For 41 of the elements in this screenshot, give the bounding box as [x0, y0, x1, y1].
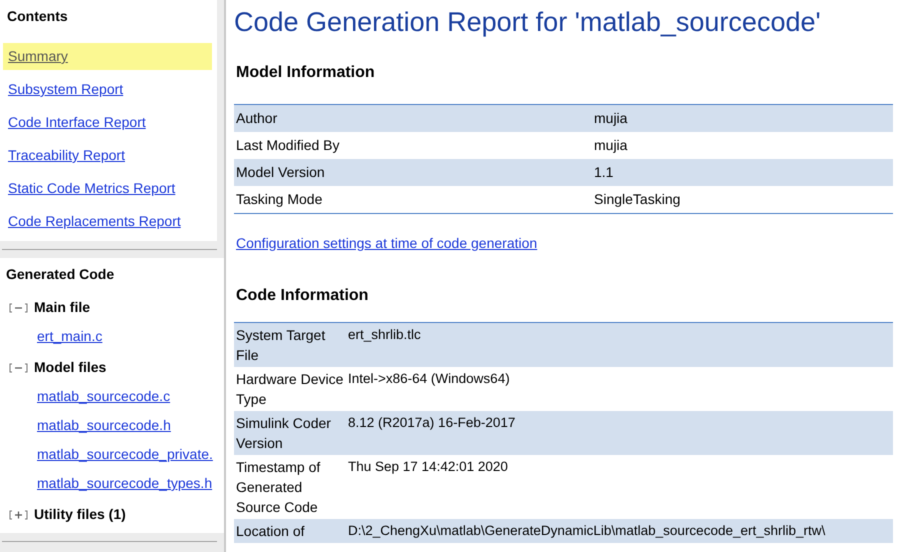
row-value: 1.1 — [594, 162, 614, 182]
row-label: Last Modified By — [235, 136, 340, 155]
nav-link[interactable]: Subsystem Report — [3, 76, 212, 103]
file-link[interactable]: matlab_sourcecode.c — [37, 386, 224, 407]
page-title: Code Generation Report for 'matlab_sourcecode' — [234, 6, 822, 39]
row-label: Location of — [235, 522, 306, 540]
nav-link[interactable]: Summary — [3, 43, 212, 70]
file-link[interactable]: matlab_sourcecode.h — [37, 415, 224, 436]
row-value: Intel->x86-64 (Windows64) — [348, 370, 510, 388]
section-heading: Code Information — [235, 286, 370, 306]
nav-link[interactable]: Code Interface Report — [3, 109, 212, 136]
row-label: Timestamp of Generated Source Code — [235, 458, 322, 516]
nav-link[interactable]: Static Code Metrics Report — [3, 175, 212, 202]
row-value: mujia — [594, 108, 628, 128]
collapse-icon[interactable] — [9, 302, 28, 312]
row-value: D:\2_ChengXu\matlab\GenerateDynamicLib\matlab_sourcecode_ert_shrlib_rtw\ — [348, 522, 826, 540]
tree-folder-label: Main file — [34, 298, 90, 317]
expand-icon[interactable] — [9, 510, 28, 520]
tree-folder-label: Utility files (1) — [34, 505, 126, 524]
row-value: Thu Sep 17 14:42:01 2020 — [348, 458, 508, 476]
nav-link[interactable]: Traceability Report — [3, 142, 212, 169]
file-link[interactable]: matlab_sourcecode_types.h — [37, 473, 224, 494]
tree-folder-label: Model files — [34, 358, 106, 377]
collapse-icon[interactable] — [9, 362, 28, 372]
row-label: System Target File — [235, 326, 326, 364]
row-label: Hardware Device Type — [235, 370, 344, 408]
section-title: Contents — [6, 7, 69, 26]
row-value: ert_shrlib.tlc — [348, 326, 421, 344]
row-value: 8.12 (R2017a) 16-Feb-2017 — [348, 414, 516, 432]
section-heading: Model Information — [235, 62, 376, 82]
file-link[interactable]: ert_main.c — [37, 326, 224, 347]
section-title: Generated Code — [5, 265, 116, 284]
row-label: Model Version — [235, 162, 326, 182]
file-link[interactable]: matlab_sourcecode_private. — [37, 444, 224, 465]
row-value: mujia — [594, 136, 628, 155]
nav-link[interactable]: Code Replacements Report — [3, 208, 212, 235]
row-label: Simulink Coder Version — [235, 414, 332, 452]
configuration-link[interactable]: Configuration settings at time of code generation — [234, 234, 538, 250]
row-label: Author — [235, 108, 278, 128]
row-label: Tasking Mode — [235, 190, 324, 209]
row-value: SingleTasking — [594, 190, 680, 209]
